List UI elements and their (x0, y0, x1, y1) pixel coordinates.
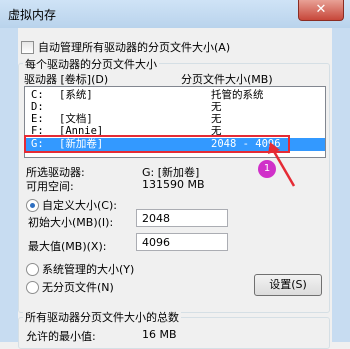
min-allowed-value: 16 MB (142, 328, 177, 341)
initial-size-input[interactable]: 2048 (136, 209, 228, 227)
drive-size: 无 (211, 101, 222, 113)
window-frame-left (0, 28, 18, 342)
drive-size: 无 (211, 113, 222, 125)
drive-group-title: 每个驱动器的分页文件大小 (23, 56, 159, 72)
auto-manage-label: 自动管理所有驱动器的分页文件大小(A) (38, 41, 231, 54)
drive-column-header: 驱动器 [卷标](D) (24, 73, 109, 86)
drive-label: [文档] (59, 113, 93, 125)
selection-highlight-box (24, 135, 290, 153)
system-managed-radio[interactable] (26, 263, 39, 276)
drive-letter: D: (31, 101, 44, 113)
max-size-label: 最大值(MB)(X): (28, 240, 107, 253)
set-button[interactable]: 设置(S) (254, 274, 322, 296)
drive-label: [系统] (59, 89, 93, 101)
auto-manage-checkbox[interactable] (21, 41, 34, 54)
initial-size-label: 初始大小(MB)(I): (28, 216, 114, 229)
free-space-label: 可用空间: (26, 180, 74, 193)
drive-row[interactable]: C: [系统] 托管的系统 (25, 89, 325, 101)
title-bar: 虚拟内存 ✕ (0, 0, 350, 28)
drive-size: 托管的系统 (211, 89, 264, 101)
dialog-content: 自动管理所有驱动器的分页文件大小(A) 每个驱动器的分页文件大小 驱动器 [卷标… (18, 28, 332, 349)
total-group-title: 所有驱动器分页文件大小的总数 (23, 309, 181, 325)
annotation-arrow-icon (268, 142, 296, 187)
window-title: 虚拟内存 (8, 8, 57, 22)
window-frame-right (332, 28, 350, 342)
no-paging-file-label: 无分页文件(N) (42, 281, 114, 294)
system-managed-label: 系统管理的大小(Y) (42, 263, 135, 276)
close-button[interactable]: ✕ (298, 0, 344, 21)
free-space-value: 131590 MB (142, 178, 205, 191)
custom-size-radio[interactable] (26, 199, 39, 212)
max-size-input[interactable]: 4096 (136, 233, 228, 251)
drive-row[interactable]: D: 无 (25, 101, 325, 113)
drive-letter: E: (31, 113, 44, 125)
no-paging-file-radio[interactable] (26, 281, 39, 294)
drive-row[interactable]: E: [文档] 无 (25, 113, 325, 125)
size-column-header: 分页文件大小(MB) (181, 73, 273, 86)
close-icon: ✕ (315, 2, 327, 17)
custom-size-label: 自定义大小(C): (42, 199, 117, 212)
drive-letter: C: (31, 89, 44, 101)
